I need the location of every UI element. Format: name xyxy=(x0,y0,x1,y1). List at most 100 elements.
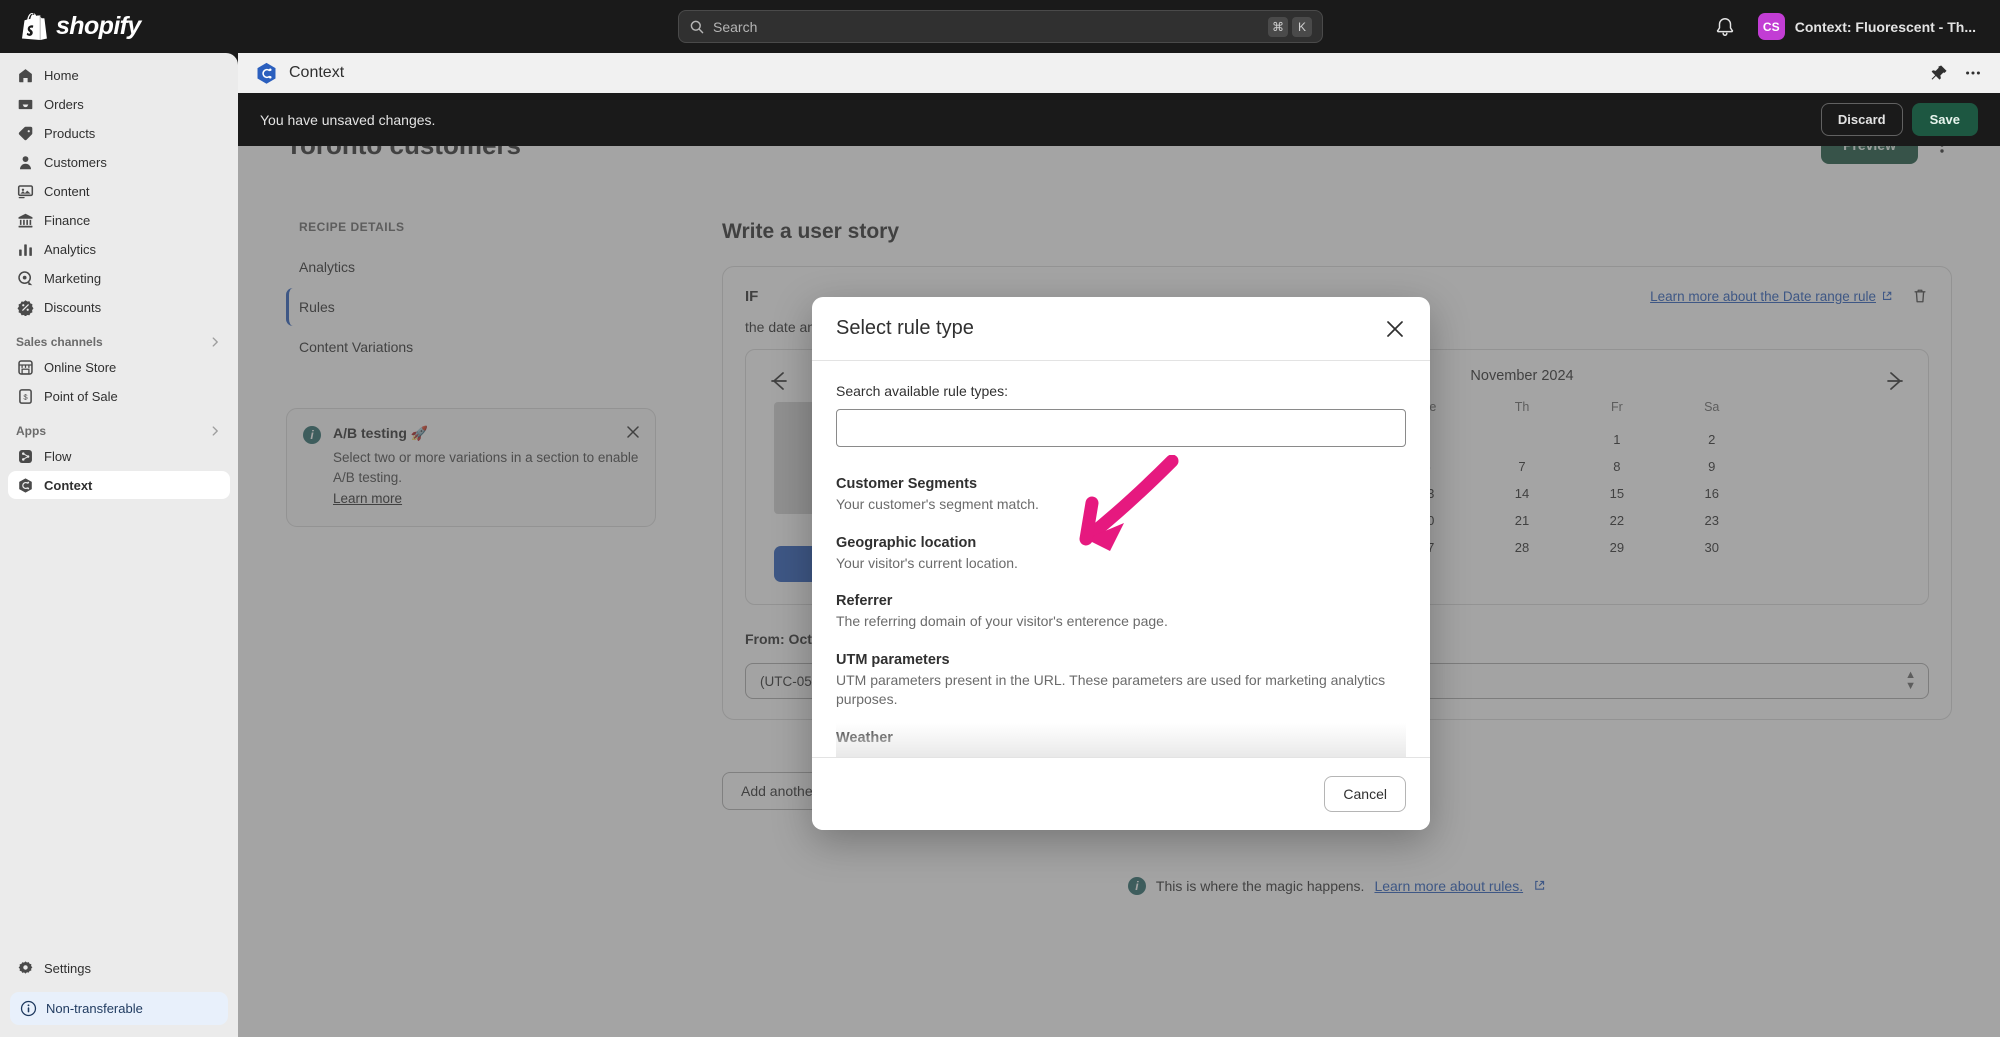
select-rule-type-modal: Select rule type Search available rule t… xyxy=(812,297,1430,830)
rule-type-name: UTM parameters xyxy=(836,652,1406,668)
pin-icon[interactable] xyxy=(1930,64,1948,82)
sidebar-item-label: Content xyxy=(44,184,90,199)
svg-text:$: $ xyxy=(23,392,28,401)
sidebar-item-context[interactable]: Context xyxy=(8,471,230,499)
search-icon xyxy=(689,19,705,35)
sidebar-item-settings[interactable]: Settings xyxy=(8,954,230,982)
avatar: CS xyxy=(1758,13,1785,40)
app-header-actions xyxy=(1930,64,1982,82)
rule-type-name: Geographic location xyxy=(836,535,1406,551)
gear-icon xyxy=(16,959,34,977)
sidebar-group-label: Apps xyxy=(16,424,46,438)
sidebar-item-label: Home xyxy=(44,68,79,83)
modal-header: Select rule type xyxy=(812,297,1430,361)
info-circle-icon xyxy=(20,1000,37,1017)
sidebar-item-label: Products xyxy=(44,126,95,141)
store-icon xyxy=(16,358,34,376)
sidebar-group-apps[interactable]: Apps xyxy=(16,424,222,438)
rule-type-option[interactable]: Geographic location Your visitor's curre… xyxy=(836,526,1406,585)
shopify-admin-app: shopify Search ⌘ K CS Context: Fluoresce… xyxy=(0,0,2000,1037)
sidebar-item-analytics[interactable]: Analytics xyxy=(8,235,230,263)
modal-title: Select rule type xyxy=(836,317,974,340)
sidebar-item-flow[interactable]: Flow xyxy=(8,442,230,470)
shopify-logo[interactable]: shopify xyxy=(0,12,238,41)
cancel-button[interactable]: Cancel xyxy=(1324,776,1406,812)
sidebar-item-label: Orders xyxy=(44,97,84,112)
kbd-command: ⌘ xyxy=(1268,17,1288,37)
app-header: Context xyxy=(238,53,2000,93)
search-rule-types-input[interactable] xyxy=(836,409,1406,447)
global-topbar: shopify Search ⌘ K CS Context: Fluoresce… xyxy=(0,0,2000,53)
rule-type-desc: The referring domain of your visitor's e… xyxy=(836,612,1406,632)
sidebar-item-orders[interactable]: Orders xyxy=(8,90,230,118)
sidebar-item-label: Marketing xyxy=(44,271,101,286)
close-icon[interactable] xyxy=(1384,318,1406,340)
products-icon xyxy=(16,124,34,142)
orders-icon xyxy=(16,95,34,113)
save-button[interactable]: Save xyxy=(1912,103,1978,136)
modal-footer: Cancel xyxy=(812,757,1430,830)
chevron-right-icon xyxy=(208,335,222,349)
sidebar-item-label: Context xyxy=(44,478,92,493)
chevron-right-icon xyxy=(208,424,222,438)
sidebar-footer: Settings Non-transferable xyxy=(0,954,238,1025)
search-placeholder: Search xyxy=(713,19,1260,35)
sidebar-item-home[interactable]: Home xyxy=(8,61,230,89)
rule-type-name: Referrer xyxy=(836,593,1406,609)
shopify-wordmark: shopify xyxy=(56,12,141,41)
sidebar-group-sales-channels[interactable]: Sales channels xyxy=(16,335,222,349)
non-transferable-badge[interactable]: Non-transferable xyxy=(10,992,228,1025)
sidebar-group-label: Sales channels xyxy=(16,335,103,349)
sidebar-item-content[interactable]: Content xyxy=(8,177,230,205)
non-transferable-label: Non-transferable xyxy=(46,1001,143,1016)
shopify-bag-icon xyxy=(22,13,47,40)
global-search-bar[interactable]: Search ⌘ K xyxy=(678,10,1323,43)
rule-type-desc: UTM parameters present in the URL. These… xyxy=(836,671,1406,710)
sidebar-item-label: Flow xyxy=(44,449,71,464)
sidebar-item-label: Settings xyxy=(44,961,91,976)
sidebar-item-point-of-sale[interactable]: $ Point of Sale xyxy=(8,382,230,410)
sidebar-item-label: Customers xyxy=(44,155,107,170)
topbar-right: CS Context: Fluorescent - Th... xyxy=(1714,0,1984,53)
finance-icon xyxy=(16,211,34,229)
discard-button[interactable]: Discard xyxy=(1821,103,1903,136)
unsaved-changes-bar: You have unsaved changes. Discard Save xyxy=(238,93,2000,146)
modal-body: Search available rule types: Customer Se… xyxy=(812,361,1430,757)
store-name-label: Context: Fluorescent - Th... xyxy=(1795,19,1976,35)
sidebar-item-online-store[interactable]: Online Store xyxy=(8,353,230,381)
sidebar-item-customers[interactable]: Customers xyxy=(8,148,230,176)
sidebar-item-marketing[interactable]: Marketing xyxy=(8,264,230,292)
rule-type-desc: Your customer's segment match. xyxy=(836,495,1406,515)
more-actions-icon[interactable] xyxy=(1964,64,1982,82)
marketing-icon xyxy=(16,269,34,287)
sidebar-item-discounts[interactable]: Discounts xyxy=(8,293,230,321)
notification-bell-icon[interactable] xyxy=(1714,16,1736,38)
rule-type-option[interactable]: Referrer The referring domain of your vi… xyxy=(836,584,1406,643)
rule-type-option[interactable]: UTM parameters UTM parameters present in… xyxy=(836,643,1406,721)
rule-type-list: Customer Segments Your customer's segmen… xyxy=(836,467,1406,757)
content-icon xyxy=(16,182,34,200)
kbd-k: K xyxy=(1292,17,1312,37)
rule-type-name: Weather xyxy=(836,730,1406,746)
sidebar-item-label: Discounts xyxy=(44,300,101,315)
unsaved-changes-message: You have unsaved changes. xyxy=(260,112,435,128)
customers-icon xyxy=(16,153,34,171)
context-app-icon xyxy=(256,62,277,85)
rule-type-name: Customer Segments xyxy=(836,476,1406,492)
rule-type-desc: Your visitor's current location. xyxy=(836,554,1406,574)
sidebar-item-label: Finance xyxy=(44,213,90,228)
search-shortcut: ⌘ K xyxy=(1268,17,1312,37)
app-title: Context xyxy=(289,64,344,82)
rule-type-option[interactable]: Customer Segments Your customer's segmen… xyxy=(836,467,1406,526)
store-account-button[interactable]: CS Context: Fluorescent - Th... xyxy=(1750,9,1984,44)
home-icon xyxy=(16,66,34,84)
search-rule-types-label: Search available rule types: xyxy=(836,383,1406,399)
flow-icon xyxy=(16,447,34,465)
sidebar-item-label: Analytics xyxy=(44,242,96,257)
save-bar-actions: Discard Save xyxy=(1821,103,1978,136)
sidebar-item-finance[interactable]: Finance xyxy=(8,206,230,234)
rule-type-option[interactable]: Weather xyxy=(836,721,1406,757)
sidebar-item-label: Online Store xyxy=(44,360,116,375)
sidebar-item-products[interactable]: Products xyxy=(8,119,230,147)
discounts-icon xyxy=(16,298,34,316)
